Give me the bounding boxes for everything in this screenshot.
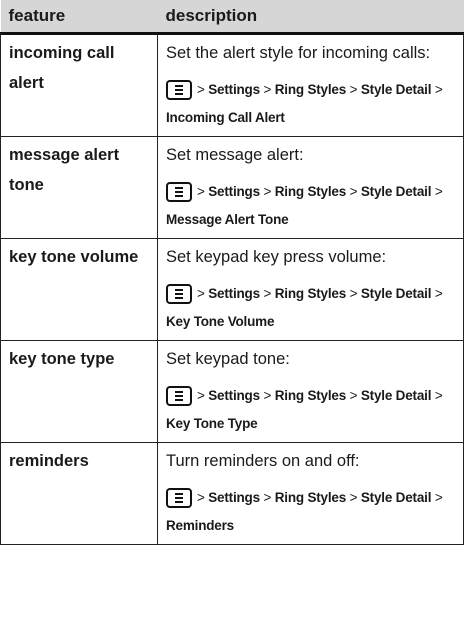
description-text: Set message alert:: [166, 146, 304, 164]
menu-path: > Settings > Ring Styles > Style Detail …: [166, 178, 457, 238]
path-step: Key Tone Type: [166, 416, 258, 431]
menu-path: > Settings > Ring Styles > Style Detail …: [166, 382, 457, 442]
path-separator: >: [263, 184, 272, 199]
path-step: Key Tone Volume: [166, 314, 275, 329]
path-separator: >: [349, 388, 358, 403]
path-separator: >: [197, 286, 205, 301]
path-step: Message Alert Tone: [166, 212, 289, 227]
feature-description-cell: Set keypad key press volume: > Settings >…: [157, 238, 464, 341]
path-step: Style Detail: [360, 388, 432, 403]
table-row: reminders Turn reminders on and off: > Set…: [0, 442, 464, 545]
path-separator: >: [434, 286, 443, 301]
path-step: Ring Styles: [274, 184, 347, 199]
path-separator: >: [434, 490, 443, 505]
header-feature: feature: [0, 0, 158, 35]
description-text: Turn reminders on and off:: [166, 452, 360, 470]
feature-description-cell: Set keypad tone: > Settings > Ring Styles…: [157, 340, 464, 443]
path-step: Settings: [208, 184, 260, 199]
path-separator: >: [349, 490, 358, 505]
path-step: Style Detail: [360, 82, 432, 97]
menu-key-icon: [166, 488, 192, 508]
path-step: Style Detail: [360, 184, 432, 199]
table-row: key tone volume Set keypad key press volu…: [0, 238, 464, 341]
feature-description-cell: Turn reminders on and off: > Settings > R…: [157, 442, 464, 545]
table-row: message alert tone Set message alert: > Se…: [0, 136, 464, 239]
path-separator: >: [349, 82, 358, 97]
header-description: description: [157, 0, 464, 35]
menu-path: > Settings > Ring Styles > Style Detail …: [166, 484, 457, 544]
path-separator: >: [197, 82, 205, 97]
path-step: Settings: [208, 82, 260, 97]
description-text: Set keypad key press volume:: [166, 248, 387, 266]
menu-path: > Settings > Ring Styles > Style Detail …: [166, 76, 457, 136]
menu-key-icon: [166, 80, 192, 100]
path-step: Incoming Call Alert: [166, 110, 285, 125]
path-separator: >: [197, 184, 205, 199]
feature-description-cell: Set the alert style for incoming calls: >…: [157, 33, 464, 137]
path-step: Ring Styles: [274, 388, 347, 403]
path-separator: >: [263, 286, 272, 301]
path-step: Reminders: [166, 518, 234, 533]
feature-name: reminders: [0, 442, 158, 545]
feature-name: key tone type: [0, 340, 158, 443]
path-separator: >: [263, 82, 272, 97]
path-step: Settings: [208, 388, 260, 403]
menu-key-icon: [166, 284, 192, 304]
path-separator: >: [434, 388, 443, 403]
path-separator: >: [434, 184, 443, 199]
feature-description-cell: Set message alert: > Settings > Ring Styl…: [157, 136, 464, 239]
feature-table: feature description incoming call alert S…: [0, 0, 464, 545]
path-separator: >: [197, 490, 205, 505]
path-step: Ring Styles: [274, 82, 347, 97]
menu-path: > Settings > Ring Styles > Style Detail …: [166, 280, 457, 340]
path-step: Ring Styles: [274, 490, 347, 505]
header-row: feature description: [0, 0, 464, 35]
path-step: Settings: [208, 490, 260, 505]
path-separator: >: [263, 490, 272, 505]
table-row: incoming call alert Set the alert style f…: [0, 33, 464, 137]
path-separator: >: [263, 388, 272, 403]
feature-name: key tone volume: [0, 238, 158, 341]
path-step: Settings: [208, 286, 260, 301]
feature-name: incoming call alert: [0, 33, 158, 137]
path-separator: >: [349, 286, 358, 301]
menu-key-icon: [166, 182, 192, 202]
menu-key-icon: [166, 386, 192, 406]
path-separator: >: [434, 82, 443, 97]
description-text: Set the alert style for incoming calls:: [166, 44, 431, 62]
description-text: Set keypad tone:: [166, 350, 290, 368]
path-separator: >: [349, 184, 358, 199]
path-step: Style Detail: [360, 490, 432, 505]
path-step: Ring Styles: [274, 286, 347, 301]
feature-name: message alert tone: [0, 136, 158, 239]
path-step: Style Detail: [360, 286, 432, 301]
path-separator: >: [197, 388, 205, 403]
table-row: key tone type Set keypad tone: > Settings …: [0, 340, 464, 443]
